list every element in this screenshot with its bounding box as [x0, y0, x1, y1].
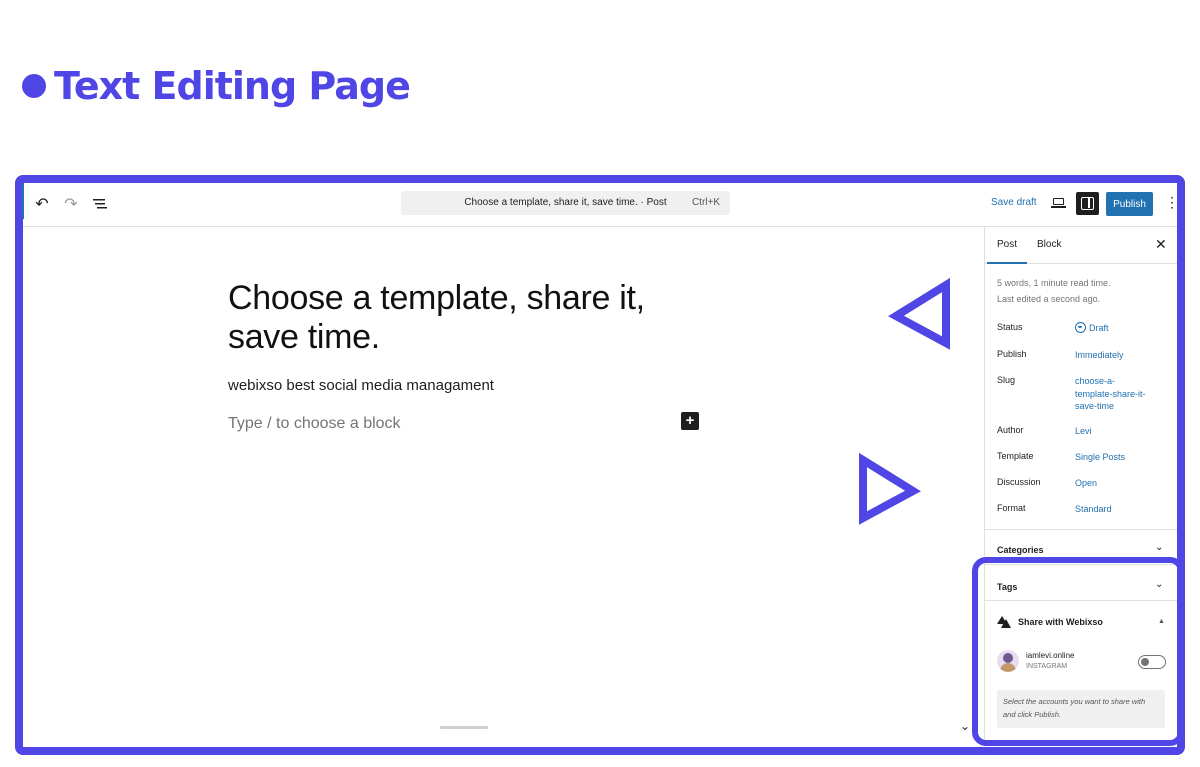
- page-heading: Text Editing Page: [22, 64, 411, 108]
- slug-value[interactable]: choose-a- template-share-it- save-time: [1075, 375, 1157, 413]
- page: Text Editing Page ↶ ↷ Choose a template,…: [0, 0, 1200, 767]
- status-text: Draft: [1089, 323, 1109, 333]
- resize-handle[interactable]: [440, 726, 488, 729]
- template-label: Template: [997, 451, 1034, 461]
- author-label: Author: [997, 425, 1024, 435]
- command-palette-bar[interactable]: Choose a template, share it, save time. …: [401, 191, 730, 215]
- share-panel-highlight: [972, 557, 1184, 746]
- list-view-icon[interactable]: [89, 193, 111, 215]
- publish-button[interactable]: Publish: [1106, 192, 1153, 216]
- pointer-arrow-left-icon: [888, 277, 950, 350]
- discussion-label: Discussion: [997, 477, 1041, 487]
- slug-line: save-time: [1075, 401, 1115, 411]
- post-title-line-2: save time.: [228, 318, 380, 356]
- status-value[interactable]: Draft: [1075, 322, 1157, 335]
- document-title: Choose a template, share it, save time. …: [464, 197, 667, 208]
- slug-line: template-share-it-: [1075, 388, 1146, 399]
- author-value[interactable]: Levi: [1075, 425, 1157, 438]
- close-icon[interactable]: ✕: [1155, 236, 1167, 253]
- status-label: Status: [997, 322, 1023, 332]
- shortcut-hint: Ctrl+K: [691, 197, 720, 208]
- discussion-value[interactable]: Open: [1075, 477, 1157, 490]
- editor-toolbar: ↶ ↷ Choose a template, share it, save ti…: [23, 183, 1177, 227]
- format-label: Format: [997, 503, 1026, 513]
- categories-panel-title[interactable]: Categories: [997, 545, 1044, 555]
- undo-icon[interactable]: ↶: [31, 193, 53, 215]
- publish-label: Publish: [997, 349, 1027, 359]
- draft-status-icon: [1075, 322, 1086, 333]
- sidebar-toggle-icon[interactable]: [1076, 192, 1099, 215]
- page-title: Text Editing Page: [54, 64, 411, 108]
- tab-post[interactable]: Post: [986, 239, 1028, 264]
- bullet-dot-icon: [22, 74, 46, 98]
- template-value[interactable]: Single Posts: [1075, 451, 1157, 464]
- save-draft-button[interactable]: Save draft: [991, 197, 1037, 208]
- redo-icon[interactable]: ↷: [60, 193, 82, 215]
- add-block-plus-icon[interactable]: +: [681, 412, 699, 430]
- paragraph-block[interactable]: webixso best social media managament: [228, 377, 494, 394]
- word-count: 5 words, 1 minute read time.: [997, 278, 1111, 288]
- format-value[interactable]: Standard: [1075, 503, 1157, 516]
- post-title-line-1: Choose a template, share it,: [228, 279, 645, 317]
- slug-line: choose-a-: [1075, 376, 1116, 386]
- chevron-down-icon[interactable]: ⌄: [960, 719, 970, 733]
- empty-block-placeholder[interactable]: Type / to choose a block: [228, 415, 401, 433]
- more-vertical-icon[interactable]: ⋮: [1165, 195, 1177, 213]
- divider: [985, 529, 1177, 530]
- pointer-arrow-right-icon: [859, 452, 921, 525]
- tab-block[interactable]: Block: [1037, 239, 1061, 250]
- desktop-view-icon[interactable]: [1051, 193, 1067, 213]
- post-title[interactable]: Choose a template, share it, save time.: [228, 279, 708, 357]
- sidebar-tabs: Post Block ✕: [985, 227, 1177, 264]
- left-accent-bar: [22, 183, 24, 219]
- post-meta: 5 words, 1 minute read time. Last edited…: [997, 275, 1111, 307]
- editor-canvas[interactable]: Choose a template, share it, save time. …: [23, 227, 984, 747]
- last-edited: Last edited a second ago.: [997, 294, 1101, 304]
- chevron-down-icon[interactable]: ⌄: [1155, 542, 1163, 553]
- publish-value[interactable]: Immediately: [1075, 349, 1157, 362]
- slug-label: Slug: [997, 375, 1016, 385]
